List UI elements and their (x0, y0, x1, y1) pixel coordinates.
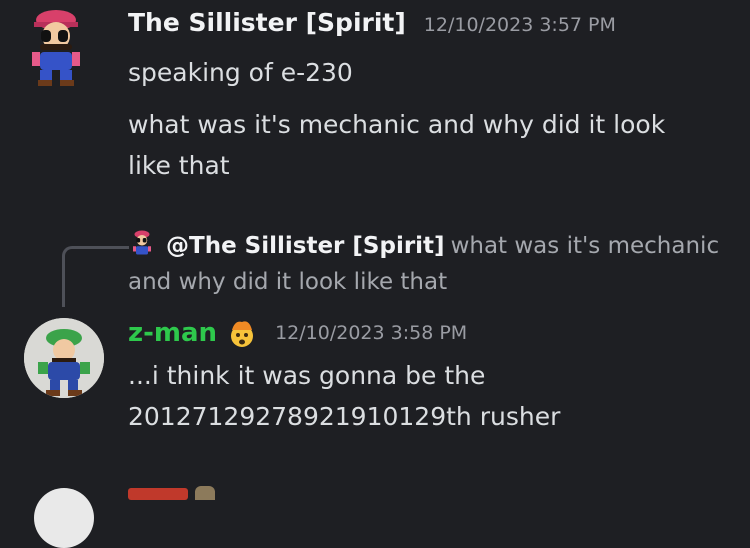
reply-text-line-1: what was it's mechanic (450, 233, 720, 259)
reply-preview[interactable]: @The Sillister [Spirit] what was it's mec… (128, 228, 728, 300)
luigi-avatar-icon[interactable] (24, 318, 104, 398)
message-text: speaking of e-230 (128, 58, 353, 87)
username[interactable]: z-man (128, 318, 217, 348)
message-text: ...i think it was gonna be the (128, 361, 486, 390)
timestamp: 12/10/2023 3:58 PM (275, 322, 468, 344)
mario-avatar-icon (133, 230, 151, 255)
next-message-avatar[interactable] (34, 488, 94, 548)
mario-avatar-icon[interactable] (26, 6, 86, 86)
timestamp: 12/10/2023 3:57 PM (423, 14, 616, 36)
message-text: like that (128, 151, 230, 180)
reply-username[interactable]: @The Sillister [Spirit] (166, 233, 445, 259)
reply-text-line-2: and why did it look like that (128, 269, 448, 295)
username[interactable]: The Sillister [Spirit] (128, 8, 406, 37)
next-message-username[interactable] (128, 488, 188, 500)
reply-spine (62, 246, 129, 307)
message-text: what was it's mechanic and why did it lo… (128, 110, 666, 139)
exploding-head-emoji-icon (231, 321, 254, 347)
message-text: 20127129278921910129th rusher (128, 402, 561, 431)
next-message-emoji-icon (195, 486, 215, 500)
message-1-header: The Sillister [Spirit] 12/10/2023 3:57 P… (128, 8, 616, 37)
message-2-header: z-man 12/10/2023 3:58 PM (128, 318, 467, 348)
